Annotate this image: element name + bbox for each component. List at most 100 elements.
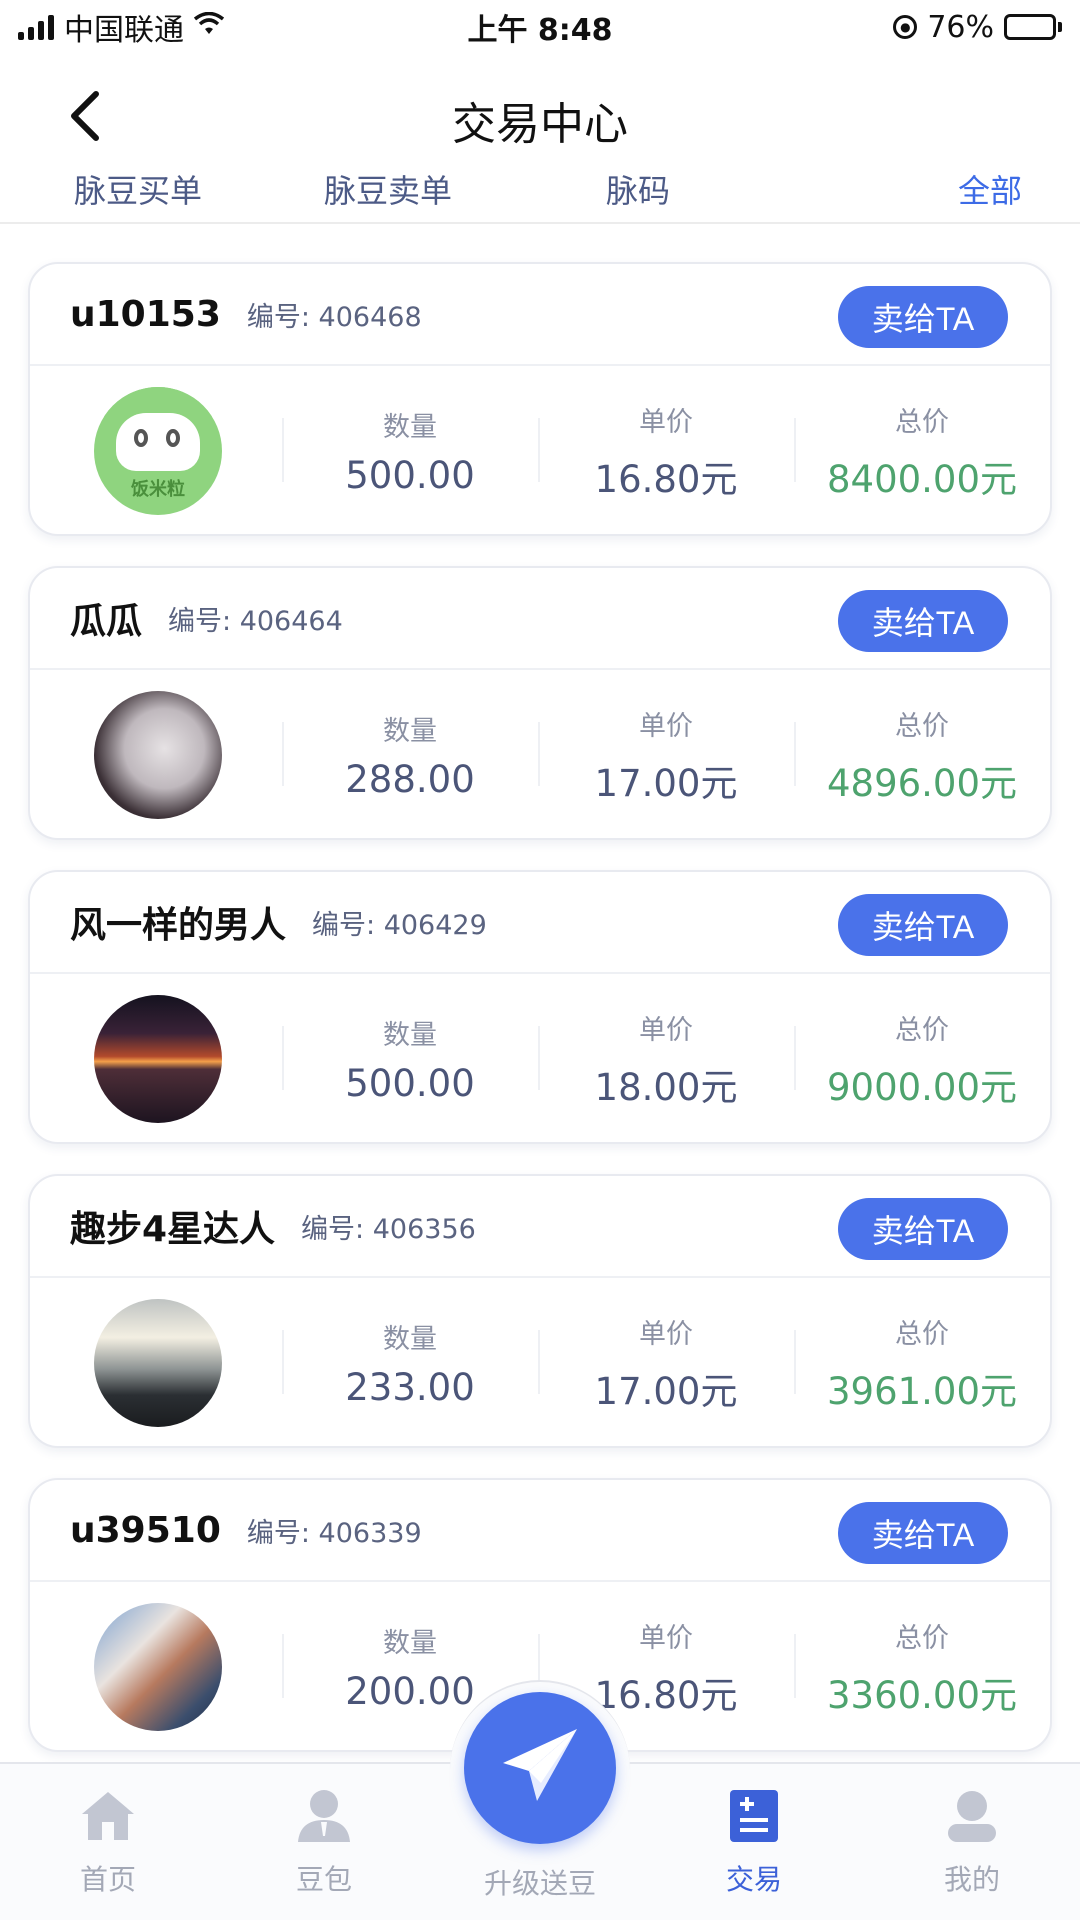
total-price-value: 4896.00元 bbox=[826, 761, 1017, 805]
sell-to-button[interactable]: 卖给TA bbox=[838, 1502, 1008, 1564]
unit-price-label: 单价 bbox=[639, 710, 693, 742]
total-price-label: 总价 bbox=[895, 710, 949, 742]
total-price-label: 总价 bbox=[895, 1622, 949, 1654]
order-card-header: 趣步4星达人 编号: 406356 卖给TA bbox=[30, 1176, 1050, 1278]
order-card[interactable]: 风一样的男人 编号: 406429 卖给TA 数量 500.00 单价 18.00元 总价 90… bbox=[28, 870, 1052, 1144]
unit-price-value: 16.80元 bbox=[594, 457, 738, 501]
quantity-label: 数量 bbox=[383, 716, 437, 747]
battery-icon bbox=[1004, 14, 1062, 40]
tab-home[interactable]: 首页 bbox=[38, 1764, 178, 1922]
order-card-body: 数量 500.00 单价 18.00元 总价 9000.00元 bbox=[30, 974, 1050, 1142]
order-card[interactable]: u10153 编号: 406468 卖给TA 饭米粒 数量 500.00 单价 16.80元 总… bbox=[28, 262, 1052, 536]
quantity-label: 数量 bbox=[383, 1324, 437, 1355]
unit-price-label: 单价 bbox=[639, 1014, 693, 1046]
order-number: 编号: 406429 bbox=[312, 909, 487, 941]
total-column: 总价 3961.00元 bbox=[794, 1278, 1050, 1446]
page-title: 交易中心 bbox=[452, 99, 628, 150]
quantity-value: 200.00 bbox=[345, 1670, 475, 1713]
unit-price-value: 16.80元 bbox=[594, 1673, 738, 1717]
order-card[interactable]: 趣步4星达人 编号: 406356 卖给TA 数量 233.00 单价 17.00元 总价 39… bbox=[28, 1174, 1052, 1448]
total-price-label: 总价 bbox=[895, 1014, 949, 1046]
tab-mine-label: 我的 bbox=[943, 1863, 1000, 1896]
sell-to-button[interactable]: 卖给TA bbox=[838, 590, 1008, 652]
quantity-label: 数量 bbox=[383, 1020, 437, 1051]
total-column: 总价 4896.00元 bbox=[794, 670, 1050, 838]
tab-all[interactable]: 全部 bbox=[958, 172, 1022, 212]
avatar: 饭米粒 bbox=[94, 387, 222, 515]
total-price-value: 3961.00元 bbox=[826, 1369, 1017, 1413]
sell-to-button[interactable]: 卖给TA bbox=[838, 1198, 1008, 1260]
quantity-label: 数量 bbox=[383, 412, 437, 443]
carrier-label: 中国联通 bbox=[64, 13, 184, 48]
home-icon bbox=[78, 1786, 138, 1846]
status-left: 中国联通 bbox=[18, 5, 225, 49]
order-card-header: 瓜瓜 编号: 406464 卖给TA bbox=[30, 568, 1050, 670]
price-column: 单价 18.00元 bbox=[538, 974, 794, 1142]
price-column: 单价 17.00元 bbox=[538, 670, 794, 838]
order-card-body: 数量 233.00 单价 17.00元 总价 3961.00元 bbox=[30, 1278, 1050, 1446]
upgrade-fab-button[interactable] bbox=[464, 1692, 616, 1844]
status-right: ● 76% bbox=[893, 10, 1062, 45]
price-column: 单价 16.80元 bbox=[538, 366, 794, 534]
order-card[interactable]: 瓜瓜 编号: 406464 卖给TA 数量 288.00 单价 17.00元 总价 4896.0… bbox=[28, 566, 1052, 840]
price-column: 单价 17.00元 bbox=[538, 1278, 794, 1446]
total-price-label: 总价 bbox=[895, 1318, 949, 1350]
rotation-lock-icon: ● bbox=[893, 15, 918, 39]
battery-percent: 76% bbox=[927, 9, 994, 45]
trade-icon bbox=[724, 1786, 784, 1846]
order-number: 编号: 406468 bbox=[246, 301, 422, 333]
order-list: u10153 编号: 406468 卖给TA 饭米粒 数量 500.00 单价 16.80元总… bbox=[28, 262, 1052, 1782]
tab-home-label: 首页 bbox=[79, 1863, 136, 1896]
order-card-header: 风一样的男人 编号: 406429 卖给TA bbox=[30, 872, 1050, 974]
quantity-value: 500.00 bbox=[345, 1062, 475, 1105]
sell-to-button[interactable]: 卖给TA bbox=[838, 286, 1008, 348]
quantity-column: 数量 500.00 bbox=[282, 366, 538, 534]
sell-to-button[interactable]: 卖给TA bbox=[838, 894, 1008, 956]
total-column: 总价 9000.00元 bbox=[794, 974, 1050, 1142]
user-icon bbox=[294, 1786, 354, 1846]
tab-buy-orders[interactable]: 脉豆买单 bbox=[74, 172, 202, 212]
total-column: 总价 3360.00元 bbox=[794, 1582, 1050, 1750]
seller-name: 趣步4星达人 bbox=[70, 1209, 276, 1250]
signal-icon bbox=[18, 14, 54, 40]
tab-code[interactable]: 脉码 bbox=[606, 172, 670, 212]
avatar bbox=[94, 1299, 222, 1427]
tab-upgrade-label[interactable]: 升级送豆 bbox=[420, 1862, 660, 1902]
total-price-value: 9000.00元 bbox=[826, 1065, 1017, 1109]
tab-mine[interactable]: 我的 bbox=[902, 1764, 1042, 1922]
status-bar: 中国联通 上午 8:48 ● 76% bbox=[0, 0, 1080, 54]
nav-bar: 交易中心 bbox=[0, 60, 1080, 172]
seller-name: 瓜瓜 bbox=[70, 601, 143, 642]
seller-name: u39510 bbox=[70, 1509, 221, 1551]
tab-sell-orders[interactable]: 脉豆卖单 bbox=[324, 172, 452, 212]
wifi-icon bbox=[193, 11, 225, 43]
order-card-header: u10153 编号: 406468 卖给TA bbox=[30, 264, 1050, 366]
order-card-body: 饭米粒 数量 500.00 单价 16.80元 总价 8400.00元 bbox=[30, 366, 1050, 534]
avatar-logo-text: 饭米粒 bbox=[131, 479, 185, 500]
tab-doubao[interactable]: 豆包 bbox=[254, 1764, 394, 1922]
unit-price-value: 17.00元 bbox=[594, 761, 738, 805]
quantity-value: 288.00 bbox=[345, 758, 475, 801]
unit-price-value: 17.00元 bbox=[594, 1369, 738, 1413]
order-number: 编号: 406464 bbox=[168, 605, 343, 637]
total-price-value: 3360.00元 bbox=[826, 1673, 1017, 1717]
avatar bbox=[94, 691, 222, 819]
seller-name: 风一样的男人 bbox=[70, 905, 287, 946]
quantity-value: 500.00 bbox=[345, 454, 475, 497]
profile-icon bbox=[942, 1786, 1002, 1846]
quantity-value: 233.00 bbox=[345, 1366, 475, 1409]
order-card-header: u39510 编号: 406339 卖给TA bbox=[30, 1480, 1050, 1582]
status-time: 上午 8:48 bbox=[467, 13, 613, 48]
total-column: 总价 8400.00元 bbox=[794, 366, 1050, 534]
quantity-column: 数量 500.00 bbox=[282, 974, 538, 1142]
order-card-body: 数量 288.00 单价 17.00元 总价 4896.00元 bbox=[30, 670, 1050, 838]
total-price-label: 总价 bbox=[895, 406, 949, 438]
quantity-column: 数量 233.00 bbox=[282, 1278, 538, 1446]
tab-trade-label: 交易 bbox=[725, 1863, 782, 1896]
quantity-column: 数量 288.00 bbox=[282, 670, 538, 838]
tab-trade[interactable]: 交易 bbox=[684, 1764, 824, 1922]
total-price-value: 8400.00元 bbox=[826, 457, 1017, 501]
unit-price-label: 单价 bbox=[639, 1318, 693, 1350]
seller-name: u10153 bbox=[70, 293, 221, 335]
tab-doubao-label: 豆包 bbox=[295, 1863, 352, 1896]
